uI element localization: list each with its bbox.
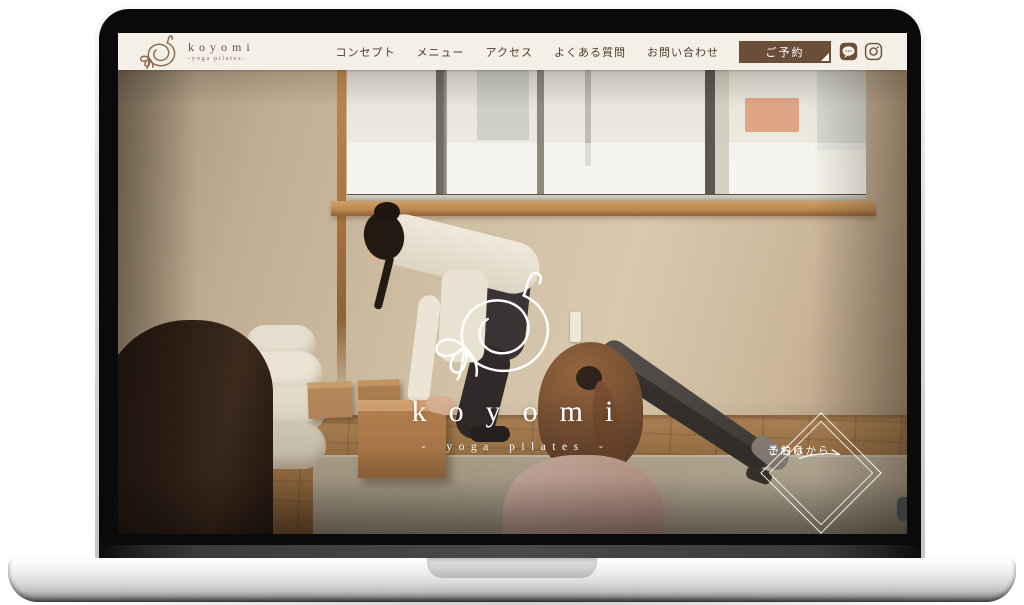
window-building-shape [477,70,529,140]
window-frosted-band [347,143,866,201]
nav-item-menu[interactable]: メニュー [417,44,465,60]
laptop-base-notch [427,558,597,578]
social-icons [839,42,883,61]
button-corner-triangle [821,53,829,61]
instructor-hair-bun [374,202,400,222]
laptop-hinge [99,545,921,558]
koyomi-swirl-icon-white [425,270,575,388]
window-building-shape [817,70,866,150]
nav-item-concept[interactable]: コンセプト [336,44,396,60]
nav-item-contact[interactable]: お問い合わせ [647,44,719,60]
window-mullion [436,70,447,201]
line-icon[interactable] [839,42,858,61]
hero-logo-title: koyomi [323,395,725,429]
instagram-icon[interactable] [864,42,883,61]
site-logo[interactable]: koyomi -yoga pilates- [138,33,255,71]
window-sill [331,201,876,216]
hero-logo-overlay: koyomi - yoga pilates - [323,270,703,453]
corner-widget-partial [897,497,907,521]
hero-logo-subtitle: - yoga pilates - [323,441,709,453]
laptop-screen: koyomi -yoga pilates- コンセプト メニュー アクセス よく… [118,33,907,534]
window-mullion [715,70,729,201]
nav-item-access[interactable]: アクセス [486,44,533,60]
site-header: koyomi -yoga pilates- コンセプト メニュー アクセス よく… [118,33,907,70]
reserve-button[interactable]: ご予約 [739,41,831,63]
window-mullion [705,70,715,201]
nav-item-faq[interactable]: よくある質問 [554,44,626,60]
window-mullion [537,70,544,201]
laptop-mockup: koyomi -yoga pilates- コンセプト メニュー アクセス よく… [0,0,1024,605]
student-dark-hair [118,320,273,534]
logo-title: koyomi [188,41,255,53]
main-nav: コンセプト メニュー アクセス よくある質問 お問い合わせ [336,44,719,60]
window-orange-shape [745,98,799,132]
hero-video: koyomi - yoga pilates - 予約は こちらから [118,70,907,534]
koyomi-swirl-icon [138,35,182,71]
window-glass [347,70,866,201]
laptop-drop-shadow [30,596,994,605]
logo-subtitle: -yoga pilates- [188,56,255,63]
